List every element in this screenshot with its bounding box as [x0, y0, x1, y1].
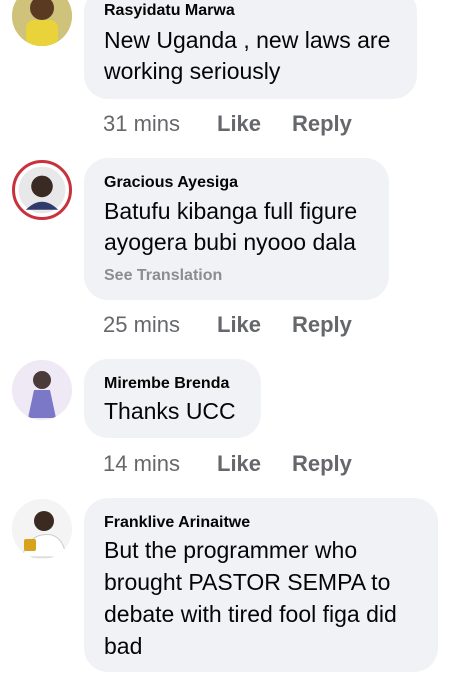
comment-text-line: ayogera bubi nyooo dala	[104, 229, 356, 255]
comment-bubble[interactable]: Gracious Ayesiga Batufu kibanga full fig…	[84, 158, 389, 300]
avatar-photo-icon	[12, 360, 72, 420]
reply-button[interactable]: Reply	[292, 109, 352, 139]
comment-bubble[interactable]: Franklive Arinaitwe But the programmer w…	[84, 498, 438, 672]
reply-button[interactable]: Reply	[292, 310, 352, 340]
comment-item: Franklive Arinaitwe But the programmer w…	[0, 497, 470, 687]
comment-author[interactable]: Gracious Ayesiga	[104, 174, 238, 192]
comment-text-line: debate with tired fool figa did	[104, 601, 397, 627]
avatar[interactable]	[12, 160, 72, 220]
comment-bubble[interactable]: Mirembe Brenda Thanks UCC	[84, 359, 261, 438]
comment-text-line: But the programmer who	[104, 537, 358, 563]
comment-text-line: New Uganda , new laws are	[104, 27, 391, 53]
comment-time: 31 mins	[103, 111, 181, 136]
comment-time: 14 mins	[103, 451, 181, 476]
like-button[interactable]: Like	[217, 449, 261, 479]
avatar-photo-icon	[18, 166, 66, 214]
comment-text-line: Thanks UCC	[104, 398, 236, 424]
comment-time: 25 mins	[103, 312, 181, 337]
avatar-photo-icon	[12, 0, 72, 46]
reply-button[interactable]: Reply	[292, 449, 352, 479]
comment-item: Gracious Ayesiga Batufu kibanga full fig…	[0, 157, 470, 347]
comment-text-line: brought PASTOR SEMPA to	[104, 569, 391, 595]
avatar[interactable]	[12, 499, 72, 559]
comment-author[interactable]: Mirembe Brenda	[104, 375, 229, 393]
comment-text-line: working seriously	[104, 58, 281, 84]
see-translation-link[interactable]: See Translation	[104, 267, 222, 285]
comment-item: Mirembe Brenda Thanks UCC 14 mins Like R…	[0, 358, 470, 488]
avatar[interactable]	[12, 360, 72, 420]
like-button[interactable]: Like	[217, 109, 261, 139]
comment-text-line: bad	[104, 633, 143, 659]
avatar[interactable]	[12, 0, 72, 46]
comment-author[interactable]: Franklive Arinaitwe	[104, 514, 250, 532]
comment-bubble[interactable]: Rasyidatu Marwa New Uganda , new laws ar…	[84, 0, 417, 99]
comment-author[interactable]: Rasyidatu Marwa	[104, 2, 235, 20]
like-button[interactable]: Like	[217, 310, 261, 340]
avatar-photo-icon	[12, 499, 72, 559]
comment-text-line: Batufu kibanga full figure	[104, 198, 358, 224]
comment-item: Rasyidatu Marwa New Uganda , new laws ar…	[0, 0, 470, 150]
